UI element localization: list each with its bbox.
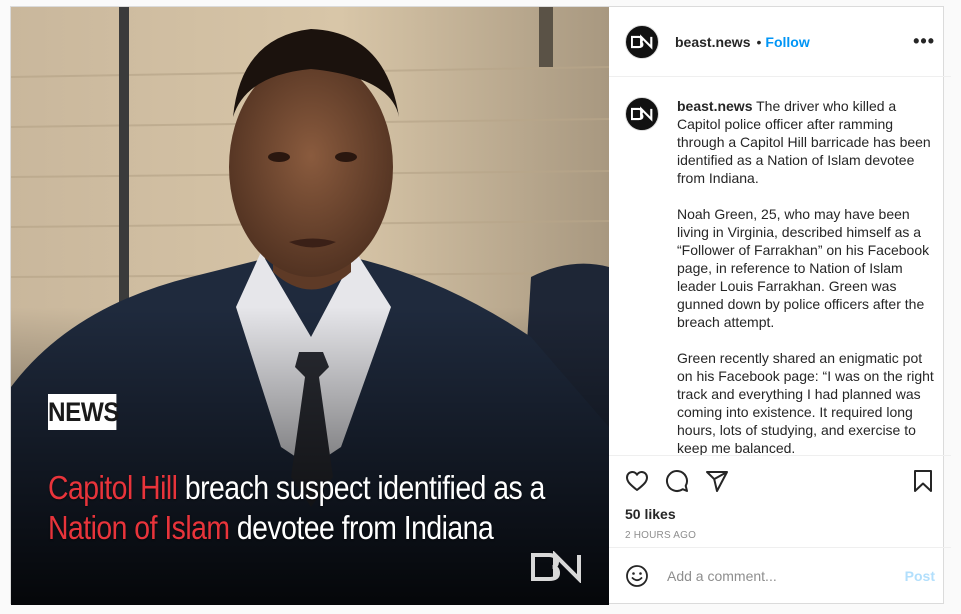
action-icons <box>625 456 935 506</box>
headline-text-2: devotee from Indiana <box>229 509 494 546</box>
post-image[interactable]: NEWS Capitol Hill breach suspect identif… <box>11 7 609 605</box>
beast-news-logo-icon <box>631 106 653 122</box>
likes-count[interactable]: 50 likes <box>625 506 935 522</box>
caption-paragraph-2: Noah Green, 25, who may have been living… <box>677 206 930 330</box>
post-panel: beast.news • Follow ••• beast.news The d… <box>609 7 951 603</box>
bookmark-icon[interactable] <box>911 469 935 493</box>
image-headline: Capitol Hill breach suspect identified a… <box>48 468 545 548</box>
follow-button[interactable]: Follow <box>765 34 809 50</box>
heart-icon[interactable] <box>625 469 649 493</box>
post-comment-button[interactable]: Post <box>905 568 935 584</box>
comment-box: Post <box>609 547 951 603</box>
headline-highlight-2: Nation of Islam <box>48 509 230 546</box>
avatar[interactable] <box>625 24 659 59</box>
caption-area[interactable]: beast.news The driver who killed a Capit… <box>609 77 951 455</box>
caption-paragraph: beast.news The driver who killed a Capit… <box>677 97 935 187</box>
headline-highlight-1: Capitol Hill <box>48 469 178 506</box>
separator-dot: • <box>756 33 762 50</box>
beast-news-logo-icon <box>531 551 581 583</box>
comment-input[interactable] <box>665 566 905 585</box>
post-timestamp[interactable]: 2 HOURS AGO <box>625 530 935 541</box>
caption-username[interactable]: beast.news <box>677 98 752 114</box>
headline-line-1: Capitol Hill breach suspect identified a… <box>48 468 545 508</box>
beast-news-logo-icon <box>631 33 653 50</box>
share-icon[interactable] <box>705 469 729 493</box>
headline-text-1: breach suspect identified as a <box>177 469 546 506</box>
post-header: beast.news • Follow ••• <box>609 7 951 77</box>
comment-icon[interactable] <box>665 469 689 493</box>
caption-text: beast.news The driver who killed a Capit… <box>677 97 935 455</box>
instagram-post: NEWS Capitol Hill breach suspect identif… <box>10 6 951 605</box>
header-username[interactable]: beast.news <box>675 34 750 50</box>
headline-line-2: Nation of Islam devotee from Indiana <box>48 508 530 548</box>
caption-paragraph-3: Green recently shared an enigmatic pot o… <box>677 350 934 455</box>
smiley-icon[interactable] <box>625 564 649 588</box>
more-options-icon[interactable]: ••• <box>913 31 935 52</box>
news-badge: NEWS <box>48 394 120 430</box>
caption-avatar[interactable] <box>625 97 659 131</box>
actions-area: 50 likes 2 HOURS AGO <box>609 455 951 547</box>
